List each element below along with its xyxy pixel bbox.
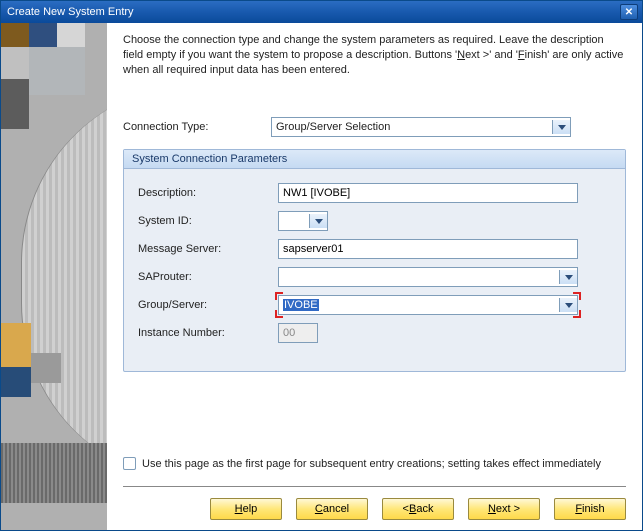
instance-number-input	[278, 323, 318, 343]
group-server-combo[interactable]: IVOBE	[278, 295, 578, 315]
group-server-value: IVOBE	[283, 299, 319, 311]
close-button[interactable]: ✕	[620, 4, 638, 20]
content-area: Choose the connection type and change th…	[107, 23, 642, 530]
system-id-combo[interactable]	[278, 211, 328, 231]
decorative-sidebar	[1, 23, 107, 530]
next-button[interactable]: Next >	[468, 498, 540, 520]
close-icon: ✕	[625, 7, 633, 18]
chevron-down-icon	[559, 270, 577, 284]
connection-type-value: Group/Server Selection	[276, 121, 390, 133]
saprouter-label: SAProuter:	[138, 271, 278, 283]
button-row: Help Cancel < Back Next > Finish	[123, 498, 626, 526]
first-page-checkbox[interactable]	[123, 457, 136, 470]
intro-text: Choose the connection type and change th…	[123, 33, 626, 91]
cancel-button[interactable]: Cancel	[296, 498, 368, 520]
message-server-input[interactable]	[278, 239, 578, 259]
saprouter-combo[interactable]	[278, 267, 578, 287]
system-id-label: System ID:	[138, 215, 278, 227]
connection-type-label: Connection Type:	[123, 121, 271, 133]
message-server-label: Message Server:	[138, 243, 278, 255]
finish-button[interactable]: Finish	[554, 498, 626, 520]
titlebar: Create New System Entry ✕	[1, 1, 642, 23]
system-connection-groupbox: System Connection Parameters Description…	[123, 149, 626, 372]
chevron-down-icon	[309, 214, 327, 228]
group-server-label: Group/Server:	[138, 299, 278, 311]
chevron-down-icon	[552, 120, 570, 134]
description-label: Description:	[138, 187, 278, 199]
instance-number-label: Instance Number:	[138, 327, 278, 339]
groupbox-title: System Connection Parameters	[124, 150, 625, 169]
window-title: Create New System Entry	[7, 6, 620, 18]
description-input[interactable]	[278, 183, 578, 203]
first-page-checkbox-label: Use this page as the first page for subs…	[142, 458, 601, 470]
back-button[interactable]: < Back	[382, 498, 454, 520]
separator	[123, 486, 626, 488]
dialog-window: Create New System Entry ✕ Choose the con…	[0, 0, 643, 531]
help-button[interactable]: Help	[210, 498, 282, 520]
connection-type-combo[interactable]: Group/Server Selection	[271, 117, 571, 137]
